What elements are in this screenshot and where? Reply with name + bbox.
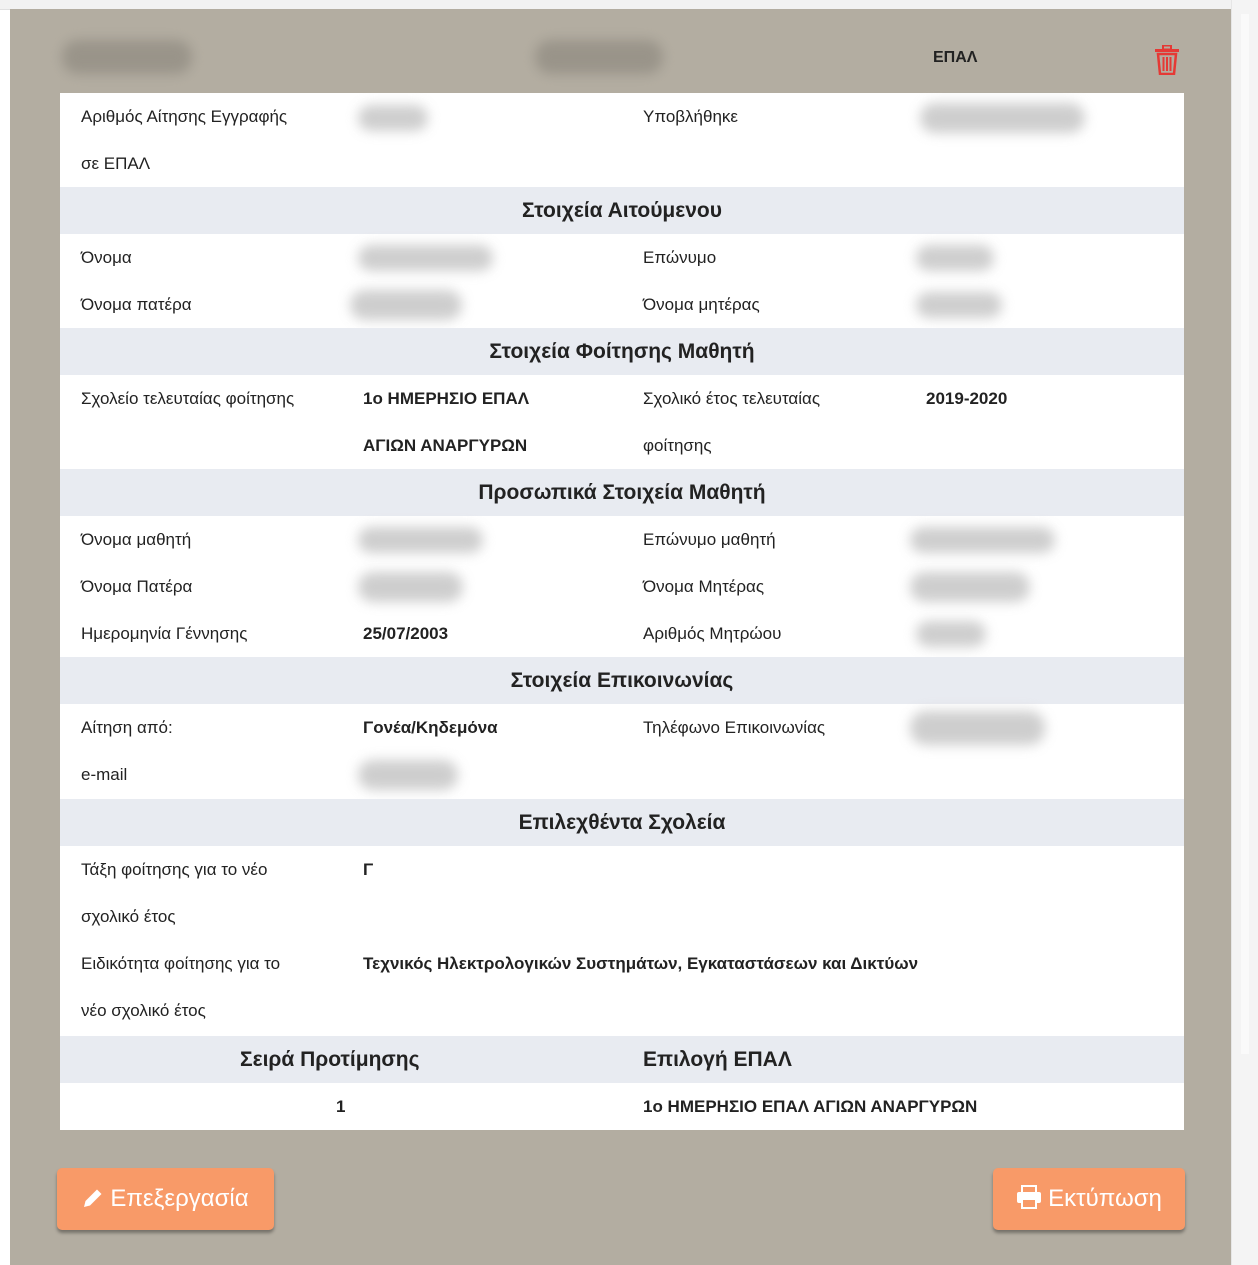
- redacted-header-left: [62, 40, 192, 74]
- class-value: Γ: [363, 860, 374, 879]
- application-details-card: Αριθμός Αίτησης Εγγραφής σε ΕΠΑΛ Υποβλήθ…: [60, 93, 1184, 1130]
- edit-button-label: Επεξεργασία: [110, 1185, 249, 1212]
- birth-date-value: 25/07/2003: [363, 624, 449, 643]
- application-number-label: Αριθμός Αίτησης Εγγραφής: [81, 107, 288, 126]
- last-school-value: 1ο ΗΜΕΡΗΣΙΟ ΕΠΑΛ: [363, 389, 530, 408]
- registry-number-label: Αριθμός Μητρώου: [643, 624, 782, 643]
- redacted-applicant-mother: [916, 292, 1002, 318]
- preferences-header-row: Σειρά Προτίμησης Επιλογή ΕΠΑΛ: [60, 1036, 1184, 1083]
- submitted-label: Υποβλήθηκε: [643, 107, 739, 126]
- last-school-value-cont: ΑΓΙΩΝ ΑΝΑΡΓΥΡΩΝ: [363, 436, 528, 455]
- redacted-applicant-last-name: [916, 245, 994, 271]
- preference-order-value: 1: [336, 1097, 346, 1116]
- class-label: Τάξη φοίτησης για το νέο: [81, 860, 268, 879]
- email-label: e-mail: [81, 765, 128, 784]
- request-from-value: Γονέα/Κηδεμόνα: [363, 718, 498, 737]
- redacted-submitted-date: [920, 103, 1085, 133]
- applicant-first-name-label: Όνομα: [81, 248, 132, 267]
- print-button-label: Εκτύπωση: [1048, 1185, 1162, 1212]
- application-number-label-cont: σε ΕΠΑΛ: [81, 154, 151, 173]
- redacted-student-name: [358, 527, 483, 553]
- school-choice-value: 1ο ΗΜΕΡΗΣΙΟ ΕΠΑΛ ΑΓΙΩΝ ΑΝΑΡΓΥΡΩΝ: [643, 1097, 978, 1116]
- section-personal: Προσωπικά Στοιχεία Μαθητή: [60, 469, 1184, 516]
- scrollbar-thumb[interactable]: [1241, 14, 1249, 1054]
- phone-label: Τηλέφωνο Επικοινωνίας: [643, 718, 826, 737]
- last-year-label-cont: φοίτησης: [643, 436, 712, 455]
- printer-icon: [1017, 1185, 1042, 1209]
- student-name-label: Όνομα μαθητή: [81, 530, 192, 549]
- preference-order-header: Σειρά Προτίμησης: [240, 1048, 420, 1071]
- section-attendance: Στοιχεία Φοίτησης Μαθητή: [60, 328, 1184, 375]
- specialty-label-cont: νέο σχολικό έτος: [81, 1001, 206, 1020]
- applicant-father-label: Όνομα πατέρα: [81, 295, 192, 314]
- redacted-registry-number: [916, 621, 986, 647]
- redacted-student-mother: [910, 572, 1030, 602]
- school-type-label: ΕΠΑΛ: [933, 49, 978, 66]
- redacted-student-surname: [910, 527, 1055, 553]
- school-choice-header: Επιλογή ΕΠΑΛ: [643, 1048, 792, 1071]
- last-year-value: 2019-2020: [926, 389, 1008, 408]
- redacted-email: [358, 760, 458, 790]
- student-surname-label: Επώνυμο μαθητή: [643, 530, 776, 549]
- last-school-label: Σχολείο τελευταίας φοίτησης: [81, 389, 295, 408]
- redacted-application-number: [358, 105, 428, 131]
- pencil-icon: [84, 1189, 102, 1207]
- section-schools: Επιλεχθέντα Σχολεία: [60, 799, 1184, 846]
- print-button[interactable]: Εκτύπωση: [993, 1168, 1185, 1230]
- redacted-student-father: [358, 572, 463, 602]
- student-mother-label: Όνομα Μητέρας: [643, 577, 765, 596]
- request-from-label: Αίτηση από:: [81, 718, 173, 737]
- section-applicant: Στοιχεία Αιτούμενου: [60, 187, 1184, 234]
- scrollbar[interactable]: [1231, 0, 1258, 1265]
- last-year-label: Σχολικό έτος τελευταίας: [643, 389, 821, 408]
- applicant-mother-label: Όνομα μητέρας: [643, 295, 760, 314]
- student-father-label: Όνομα Πατέρα: [81, 577, 193, 596]
- redacted-applicant-father: [350, 290, 462, 320]
- specialty-label: Ειδικότητα φοίτησης για το: [81, 954, 281, 973]
- redacted-phone: [910, 711, 1045, 745]
- redacted-applicant-first-name: [358, 245, 493, 271]
- specialty-value: Τεχνικός Ηλεκτρολογικών Συστημάτων, Εγκα…: [363, 954, 919, 973]
- birth-date-label: Ημερομηνία Γέννησης: [81, 624, 248, 643]
- section-contact: Στοιχεία Επικοινωνίας: [60, 657, 1184, 704]
- application-panel: ΕΠΑΛ Αριθμός Αίτησης Εγγραφής σε ΕΠΑΛ Υπ…: [10, 9, 1232, 1265]
- class-label-cont: σχολικό έτος: [81, 907, 176, 926]
- applicant-last-name-label: Επώνυμο: [643, 248, 717, 267]
- edit-button[interactable]: Επεξεργασία: [57, 1168, 274, 1230]
- trash-icon[interactable]: [1154, 44, 1180, 76]
- redacted-header-center: [535, 40, 663, 74]
